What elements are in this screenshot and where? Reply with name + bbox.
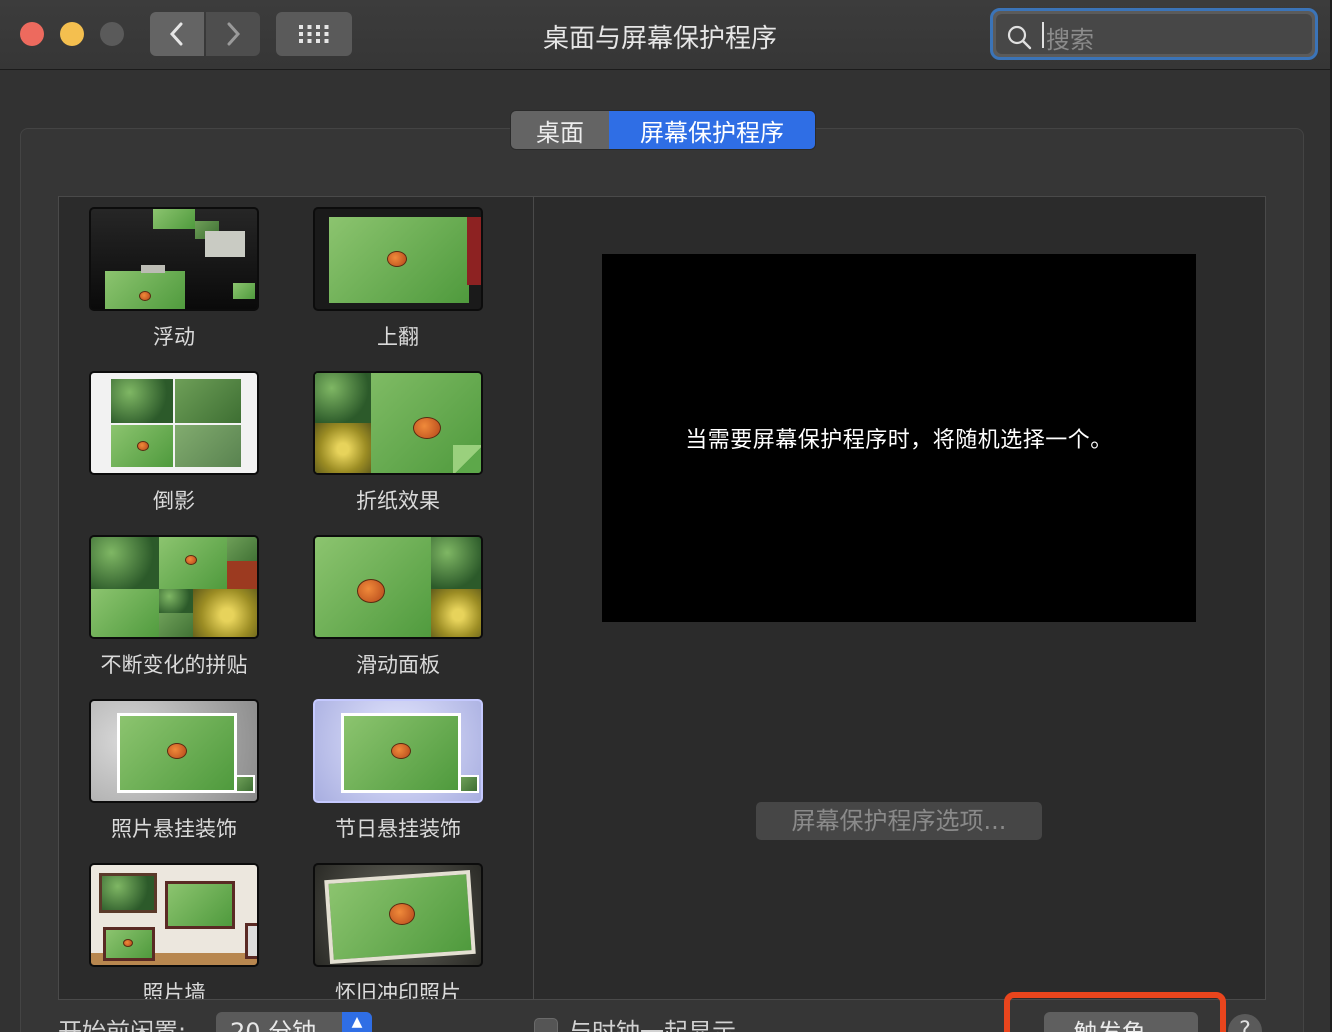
tab-screen-saver[interactable]: 屏幕保护程序 [609,111,815,149]
saver-label: 照片悬挂装饰 [111,817,237,841]
chevron-right-icon [227,22,241,46]
saver-label: 倒影 [153,489,195,513]
text-caret [1042,22,1044,48]
grid-icon [299,25,329,43]
saver-item-sliding-panels[interactable]: 滑动面板 [311,535,485,679]
zoom-window-button[interactable] [100,22,124,46]
chevron-left-icon [169,22,183,46]
saver-item-reflections[interactable]: 倒影 [87,371,261,515]
photo-wall-thumbnail [89,863,259,967]
saver-item-floating[interactable]: 浮动 [87,207,261,351]
navigation-buttons [150,12,260,56]
search-placeholder: 搜索 [1046,26,1094,54]
chevron-updown-icon: ▲▼ [342,1012,372,1032]
highlight-box [1004,992,1226,1032]
tab-desktop[interactable]: 桌面 [511,111,609,149]
saver-item-vintage-prints[interactable]: 怀旧冲印照片 [311,863,485,1000]
show-clock-checkbox[interactable] [534,1018,558,1032]
saver-label: 照片墙 [142,981,206,1000]
forward-button[interactable] [206,12,260,56]
system-preferences-window: 桌面与屏幕保护程序 搜索 桌面 屏幕保护程序 浮动 上翻 倒影 折纸效果 不断变… [0,0,1330,1032]
saver-item-photo-mobile[interactable]: 照片悬挂装饰 [87,699,261,843]
search-icon [1007,25,1032,50]
saver-item-shifting-tiles[interactable]: 不断变化的拼贴 [87,535,261,679]
vintage-prints-thumbnail [313,863,483,967]
saver-item-origami[interactable]: 折纸效果 [311,371,485,515]
tab-bar: 桌面 屏幕保护程序 [510,110,816,150]
saver-label: 滑动面板 [356,653,440,677]
title-bar: 桌面与屏幕保护程序 搜索 [0,0,1330,70]
floating-thumbnail [89,207,259,311]
show-all-button[interactable] [276,12,352,56]
saver-label: 浮动 [153,325,195,349]
saver-label: 怀旧冲印照片 [335,981,461,1000]
screen-saver-options-button[interactable]: 屏幕保护程序选项... [756,802,1042,840]
origami-thumbnail [313,371,483,475]
reflections-thumbnail [89,371,259,475]
back-button[interactable] [150,12,204,56]
saver-label: 节日悬挂装饰 [335,817,461,841]
saver-label: 折纸效果 [356,489,440,513]
start-after-label: 开始前闲置: [58,1018,187,1032]
search-field[interactable]: 搜索 [990,8,1318,60]
sliding-panels-thumbnail [313,535,483,639]
screen-saver-preview: 当需要屏幕保护程序时，将随机选择一个。 [602,254,1196,622]
photo-mobile-thumbnail [89,699,259,803]
saver-item-holiday-mobile[interactable]: 节日悬挂装饰 [311,699,485,843]
preview-message: 当需要屏幕保护程序时，将随机选择一个。 [685,428,1113,453]
saver-label: 不断变化的拼贴 [100,653,248,677]
close-window-button[interactable] [20,22,44,46]
saver-item-flipup[interactable]: 上翻 [311,207,485,351]
screen-saver-list[interactable]: 浮动 上翻 倒影 折纸效果 不断变化的拼贴 滑动面板 照片悬挂装饰 节日悬挂装饰… [58,196,534,1000]
show-clock-label: 与时钟一起显示 [568,1018,736,1032]
minimize-window-button[interactable] [60,22,84,46]
flipup-thumbnail [313,207,483,311]
window-title: 桌面与屏幕保护程序 [542,24,777,54]
shifting-tiles-thumbnail [89,535,259,639]
start-after-select[interactable]: 20 分钟 ▲▼ [216,1012,372,1032]
saver-label: 上翻 [377,325,419,349]
search-input[interactable]: 搜索 [996,14,1312,54]
start-after-value: 20 分钟 [230,1018,317,1032]
saver-item-photo-wall[interactable]: 照片墙 [87,863,261,1000]
holiday-mobile-thumbnail [313,699,483,803]
